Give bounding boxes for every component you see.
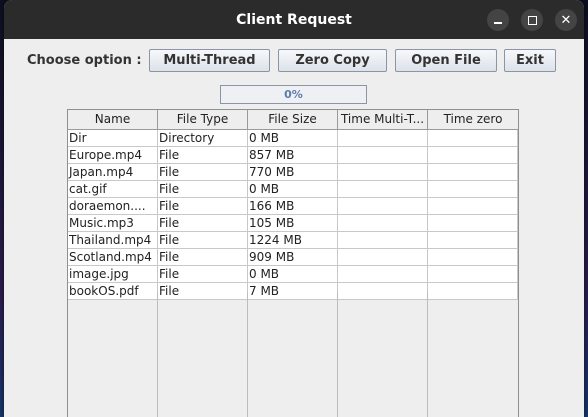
table-header: Name File Type File Size Time Multi-T...… bbox=[68, 110, 518, 130]
cell-file-size: 1224 MB bbox=[248, 232, 338, 248]
empty-column-grid bbox=[68, 292, 518, 417]
cell-name: Scotland.mp4 bbox=[68, 249, 158, 265]
cell-name: doraemon.... bbox=[68, 198, 158, 214]
zero-copy-button[interactable]: Zero Copy bbox=[278, 49, 387, 72]
minimize-icon bbox=[494, 22, 502, 24]
client-request-window: Client Request ✕ Choose option : Multi-T… bbox=[4, 0, 584, 417]
open-file-button[interactable]: Open File bbox=[395, 49, 497, 72]
file-table[interactable]: Name File Type File Size Time Multi-T...… bbox=[67, 109, 519, 417]
cell-name: image.jpg bbox=[68, 266, 158, 282]
cell-time-zero bbox=[428, 249, 518, 265]
column-divider bbox=[337, 292, 338, 417]
maximize-button[interactable] bbox=[521, 9, 543, 31]
table-row[interactable]: cat.gif File 0 MB bbox=[68, 181, 518, 198]
column-divider bbox=[247, 292, 248, 417]
cell-file-type: File bbox=[158, 181, 248, 197]
table-row[interactable]: image.jpg File 0 MB bbox=[68, 266, 518, 283]
cell-file-type: File bbox=[158, 249, 248, 265]
close-icon: ✕ bbox=[560, 13, 572, 28]
table-row[interactable]: Japan.mp4 File 770 MB bbox=[68, 164, 518, 181]
choose-option-label: Choose option : bbox=[27, 53, 142, 68]
cell-name: Music.mp3 bbox=[68, 215, 158, 231]
title-bar[interactable]: Client Request ✕ bbox=[4, 0, 584, 39]
cell-file-size: 166 MB bbox=[248, 198, 338, 214]
cell-file-type: File bbox=[158, 215, 248, 231]
cell-time-zero bbox=[428, 215, 518, 231]
cell-name: Japan.mp4 bbox=[68, 164, 158, 180]
cell-time-zero bbox=[428, 164, 518, 180]
cell-time-zero bbox=[428, 232, 518, 248]
table-row[interactable]: Dir Directory 0 MB bbox=[68, 130, 518, 147]
cell-time-multi-thread bbox=[338, 181, 428, 197]
cell-time-multi-thread bbox=[338, 164, 428, 180]
cell-time-zero bbox=[428, 198, 518, 214]
cell-time-multi-thread bbox=[338, 249, 428, 265]
column-header-file-size[interactable]: File Size bbox=[248, 110, 338, 129]
cell-file-type: Directory bbox=[158, 130, 248, 146]
cell-time-zero bbox=[428, 266, 518, 282]
table-row[interactable]: Music.mp3 File 105 MB bbox=[68, 215, 518, 232]
table-row[interactable]: Scotland.mp4 File 909 MB bbox=[68, 249, 518, 266]
column-header-time-zero[interactable]: Time zero bbox=[428, 110, 518, 129]
cell-file-size: 770 MB bbox=[248, 164, 338, 180]
maximize-icon bbox=[528, 16, 537, 25]
cell-file-type: File bbox=[158, 198, 248, 214]
column-header-file-type[interactable]: File Type bbox=[158, 110, 248, 129]
cell-file-size: 909 MB bbox=[248, 249, 338, 265]
column-divider bbox=[427, 292, 428, 417]
cell-file-type: File bbox=[158, 232, 248, 248]
minimize-button[interactable] bbox=[487, 9, 509, 31]
column-header-time-multi-thread[interactable]: Time Multi-T... bbox=[338, 110, 428, 129]
cell-time-multi-thread bbox=[338, 215, 428, 231]
cell-file-size: 105 MB bbox=[248, 215, 338, 231]
cell-file-type: File bbox=[158, 147, 248, 163]
column-divider bbox=[157, 292, 158, 417]
close-button[interactable]: ✕ bbox=[555, 9, 577, 31]
progress-text: 0% bbox=[284, 88, 303, 101]
progress-bar: 0% bbox=[220, 85, 367, 104]
table-row[interactable]: doraemon.... File 166 MB bbox=[68, 198, 518, 215]
cell-name: cat.gif bbox=[68, 181, 158, 197]
cell-time-multi-thread bbox=[338, 147, 428, 163]
table-row[interactable]: Thailand.mp4 File 1224 MB bbox=[68, 232, 518, 249]
cell-time-zero bbox=[428, 147, 518, 163]
cell-file-size: 0 MB bbox=[248, 181, 338, 197]
multi-thread-button[interactable]: Multi-Thread bbox=[149, 49, 270, 72]
cell-name: Europe.mp4 bbox=[68, 147, 158, 163]
cell-name: Dir bbox=[68, 130, 158, 146]
table-row[interactable]: Europe.mp4 File 857 MB bbox=[68, 147, 518, 164]
cell-file-size: 0 MB bbox=[248, 130, 338, 146]
column-header-name[interactable]: Name bbox=[68, 110, 158, 129]
cell-time-multi-thread bbox=[338, 232, 428, 248]
cell-file-type: File bbox=[158, 164, 248, 180]
cell-time-multi-thread bbox=[338, 130, 428, 146]
cell-time-zero bbox=[428, 181, 518, 197]
cell-time-zero bbox=[428, 130, 518, 146]
table-body: Dir Directory 0 MB Europe.mp4 File 857 MB Japa… bbox=[68, 130, 518, 300]
cell-file-type: File bbox=[158, 266, 248, 282]
cell-time-multi-thread bbox=[338, 266, 428, 282]
exit-button[interactable]: Exit bbox=[504, 49, 556, 72]
cell-file-size: 0 MB bbox=[248, 266, 338, 282]
cell-file-size: 857 MB bbox=[248, 147, 338, 163]
cell-name: Thailand.mp4 bbox=[68, 232, 158, 248]
cell-time-multi-thread bbox=[338, 198, 428, 214]
